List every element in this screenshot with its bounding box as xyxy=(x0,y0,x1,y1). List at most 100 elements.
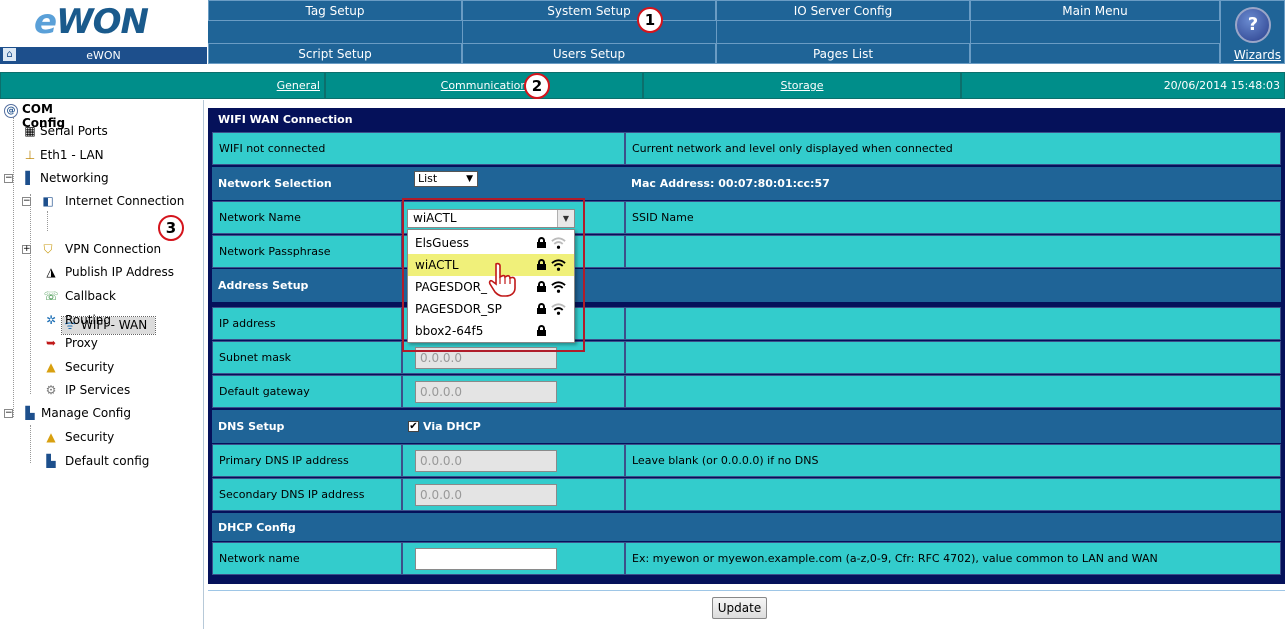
publish-ip-icon: ◮ xyxy=(46,265,56,279)
internet-connection-icon: ◧ xyxy=(42,194,54,208)
tab-general[interactable]: General xyxy=(0,72,325,99)
mac-address: Mac Address: 00:07:80:01:cc:57 xyxy=(631,177,830,190)
tab-communication-link[interactable]: Communication xyxy=(441,79,528,92)
menu-main-menu[interactable]: Main Menu xyxy=(970,0,1220,21)
home-bar[interactable]: ⌂ eWON xyxy=(0,47,207,64)
collapse-networking-icon[interactable]: − xyxy=(4,174,13,183)
dhcp-network-name-input[interactable] xyxy=(415,548,557,570)
config-tree: @ COM Config ▦ Serial Ports ⊥ Eth1 - LAN… xyxy=(4,102,185,468)
network-name-label: Network Name xyxy=(212,201,402,234)
primary-dns-label: Primary DNS IP address xyxy=(212,444,402,477)
network-selection-row: Network Selection List ▼ Mac Address: 00… xyxy=(212,167,1281,200)
via-dhcp-checkbox[interactable]: ✔ xyxy=(408,421,419,432)
network-selection-label: Network Selection xyxy=(212,167,402,200)
proxy-icon: ➥ xyxy=(45,336,57,350)
networking-icon: ▌ xyxy=(25,171,35,185)
menu-tag-setup[interactable]: Tag Setup xyxy=(208,0,462,21)
annotation-marker-1: 1 xyxy=(637,7,663,33)
dhcp-config-row: DHCP Config xyxy=(212,513,1281,541)
passphrase-label: Network Passphrase xyxy=(212,235,402,268)
wizards-label: Wizards xyxy=(1233,48,1281,62)
update-button[interactable]: Update xyxy=(712,597,767,619)
network-selection-select[interactable]: List ▼ xyxy=(414,171,478,187)
collapse-manage-config-icon[interactable]: − xyxy=(4,409,13,418)
subnet-mask-hint xyxy=(625,341,1281,374)
secondary-dns-input[interactable]: 0.0.0.0 xyxy=(415,484,557,506)
default-gateway-label: Default gateway xyxy=(212,375,402,408)
menu-users-setup[interactable]: Users Setup xyxy=(462,43,716,64)
menu-script-setup[interactable]: Script Setup xyxy=(208,43,462,64)
ip-address-row: IP address xyxy=(212,307,1281,340)
lan-icon: ⊥ xyxy=(24,148,36,162)
dhcp-network-name-label: Network name xyxy=(212,542,402,575)
menu-system-setup[interactable]: System Setup xyxy=(462,0,716,21)
secondary-dns-row: Secondary DNS IP address 0.0.0.0 xyxy=(212,478,1281,511)
network-name-row: Network Name SSID Name xyxy=(212,201,1281,234)
dns-setup-label: DNS Setup xyxy=(212,410,402,443)
datetime-display: 20/06/2014 15:48:03 xyxy=(961,72,1285,99)
callback-icon: ☏ xyxy=(43,289,59,303)
primary-dns-row: Primary DNS IP address 0.0.0.0 Leave bla… xyxy=(212,444,1281,477)
expand-vpn-icon[interactable]: + xyxy=(22,245,31,254)
dhcp-network-name-hint: Ex: myewon or myewon.example.com (a-z,0-… xyxy=(625,542,1281,575)
sidebar-divider xyxy=(203,100,204,629)
menu-pages-list[interactable]: Pages List xyxy=(716,43,970,64)
default-config-icon: ▙ xyxy=(46,454,56,468)
dns-setup-row: DNS Setup ✔ Via DHCP xyxy=(212,410,1281,443)
dhcp-network-name-row: Network name Ex: myewon or myewon.exampl… xyxy=(212,542,1281,575)
home-label: eWON xyxy=(86,49,121,62)
primary-dns-hint: Leave blank (or 0.0.0.0) if no DNS xyxy=(625,444,1281,477)
address-setup-row: Address Setup xyxy=(212,269,1281,302)
wizards-button[interactable]: ? Wizards xyxy=(1220,0,1285,64)
tab-communication[interactable]: Communication xyxy=(325,72,643,99)
primary-dns-input[interactable]: 0.0.0.0 xyxy=(415,450,557,472)
annotation-marker-2: 2 xyxy=(524,73,550,99)
serial-port-icon: ▦ xyxy=(24,124,36,138)
status-left: WIFI not connected xyxy=(212,132,625,165)
address-setup-label: Address Setup xyxy=(212,269,402,302)
lock-icon: ▲ xyxy=(46,430,56,444)
via-dhcp-label: Via DHCP xyxy=(423,420,481,433)
dhcp-network-name-input-cell xyxy=(402,542,625,575)
passphrase-row: Network Passphrase xyxy=(212,235,1281,268)
wifi-wan-panel: WIFI WAN Connection WIFI not connected C… xyxy=(208,108,1285,584)
tab-storage-link[interactable]: Storage xyxy=(780,79,823,92)
help-wizard-icon: ? xyxy=(1235,7,1271,43)
ip-address-label: IP address xyxy=(212,307,402,340)
subnet-mask-label: Subnet mask xyxy=(212,341,402,374)
routing-icon: ✲ xyxy=(45,313,57,327)
secondary-dns-input-cell: 0.0.0.0 xyxy=(402,478,625,511)
manage-config-icon: ▙ xyxy=(25,406,35,420)
subnet-mask-row: Subnet mask 0.0.0.0 xyxy=(212,341,1281,374)
ewon-logo: eWON xyxy=(34,2,149,42)
menu-middle-band xyxy=(208,21,1220,43)
menu-empty-cell xyxy=(970,43,1220,64)
default-gateway-input[interactable]: 0.0.0.0 xyxy=(415,381,557,403)
default-gateway-input-cell: 0.0.0.0 xyxy=(402,375,625,408)
collapse-internet-icon[interactable]: − xyxy=(22,197,31,206)
dhcp-config-label: DHCP Config xyxy=(212,513,402,541)
secondary-dns-hint xyxy=(625,478,1281,511)
ip-address-hint xyxy=(625,307,1281,340)
com-config-icon: @ xyxy=(4,104,18,118)
lock-icon: ▲ xyxy=(46,360,56,374)
status-row: WIFI not connected Current network and l… xyxy=(212,132,1281,165)
tab-general-link[interactable]: General xyxy=(277,79,320,92)
primary-dns-input-cell: 0.0.0.0 xyxy=(402,444,625,477)
panel-title: WIFI WAN Connection xyxy=(212,108,1281,131)
hand-pointer-cursor-icon xyxy=(488,262,516,297)
passphrase-hint xyxy=(625,235,1281,268)
gear-icon: ⚙ xyxy=(45,383,57,397)
logo-area: eWON xyxy=(0,0,207,47)
select-arrow-icon: ▼ xyxy=(466,174,473,184)
secondary-dns-label: Secondary DNS IP address xyxy=(212,478,402,511)
tab-storage[interactable]: Storage xyxy=(643,72,961,99)
via-dhcp-toggle[interactable]: ✔ Via DHCP xyxy=(402,410,625,443)
default-gateway-hint xyxy=(625,375,1281,408)
bottom-separator xyxy=(208,590,1285,591)
ssid-hint: SSID Name xyxy=(625,201,1281,234)
vpn-shield-icon: ⛉ xyxy=(43,242,53,256)
status-right: Current network and level only displayed… xyxy=(625,132,1281,165)
menu-io-server-config[interactable]: IO Server Config xyxy=(716,0,970,21)
default-gateway-row: Default gateway 0.0.0.0 xyxy=(212,375,1281,408)
